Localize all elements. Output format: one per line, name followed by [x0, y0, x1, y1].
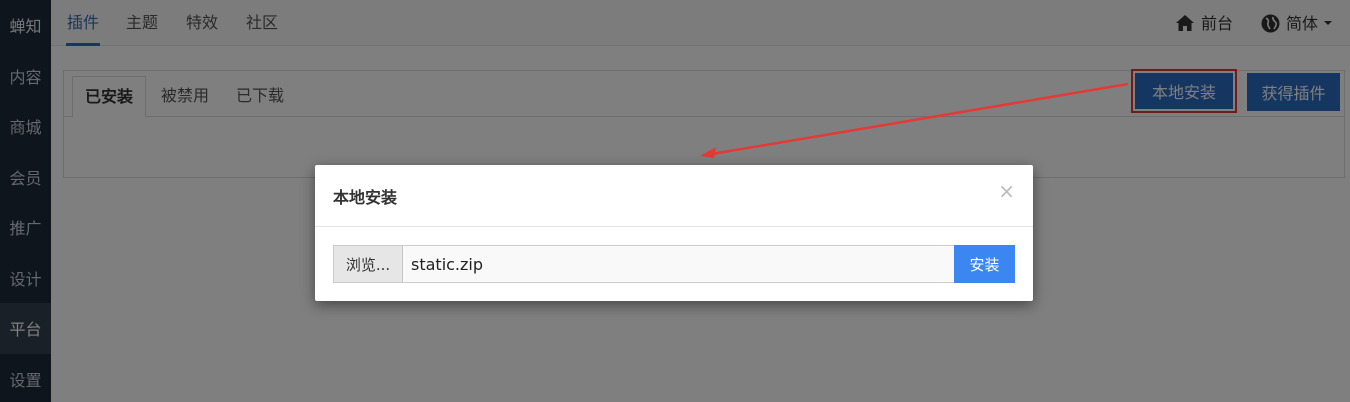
dialog-header: 本地安装 × — [315, 165, 1033, 227]
browse-button[interactable]: 浏览... — [334, 246, 403, 282]
dialog-title: 本地安装 — [333, 188, 398, 207]
install-button[interactable]: 安装 — [954, 245, 1015, 283]
local-install-dialog: 本地安装 × 浏览... static.zip 安装 — [315, 165, 1033, 301]
close-icon[interactable]: × — [998, 179, 1015, 203]
file-name-field[interactable]: static.zip — [403, 246, 954, 282]
file-upload-group: 浏览... static.zip 安装 — [333, 245, 1015, 283]
